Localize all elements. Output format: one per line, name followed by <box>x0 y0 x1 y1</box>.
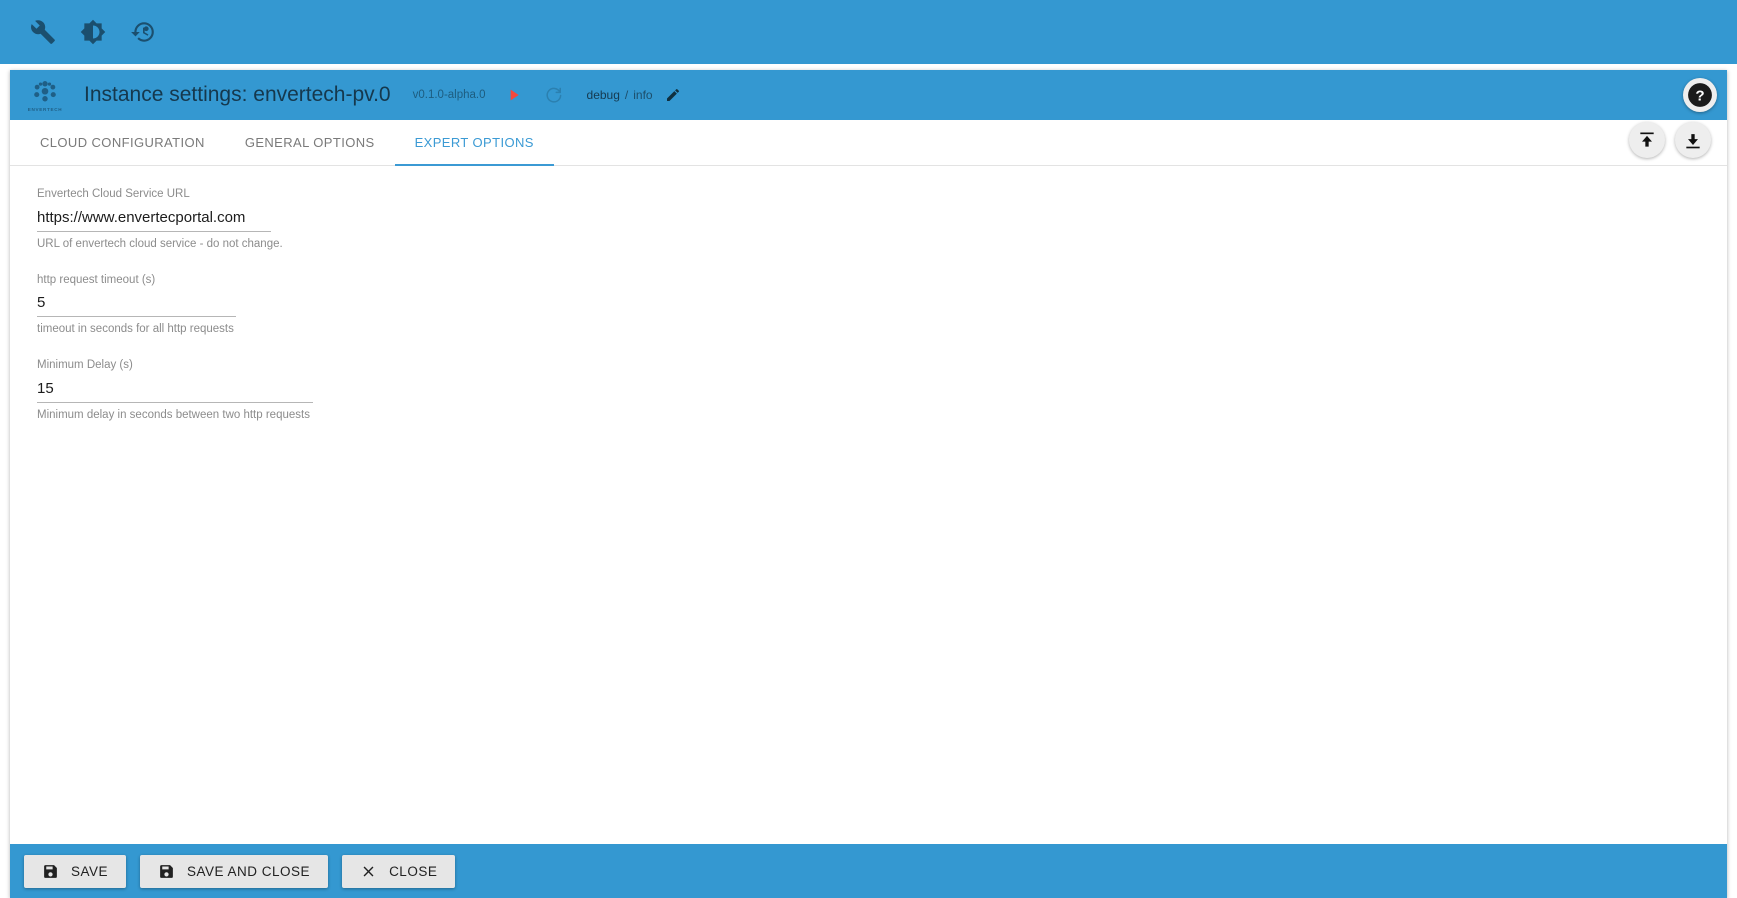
expert-options-form: Envertech Cloud Service URL URL of enver… <box>10 166 1727 844</box>
svg-text:?: ? <box>1695 87 1704 104</box>
tab-label: CLOUD CONFIGURATION <box>40 135 205 150</box>
field-label: Minimum Delay (s) <box>37 359 133 372</box>
save-and-close-button[interactable]: SAVE AND CLOSE <box>140 854 329 888</box>
tab-expert-options[interactable]: EXPERT OPTIONS <box>394 120 555 166</box>
download-icon <box>1686 134 1700 149</box>
refresh-icon[interactable] <box>544 86 563 105</box>
http-request-timeout-input[interactable] <box>37 294 236 318</box>
close-x-icon <box>360 863 377 880</box>
tab-cloud-configuration[interactable]: CLOUD CONFIGURATION <box>20 120 225 165</box>
dialog-header: ENVERTECH Instance settings: envertech-p… <box>10 70 1727 120</box>
field-label: http request timeout (s) <box>37 273 156 286</box>
tab-general-options[interactable]: GENERAL OPTIONS <box>225 120 395 165</box>
envertech-logo: ENVERTECH <box>24 75 66 115</box>
help-button[interactable]: ? <box>1683 78 1717 112</box>
envertech-cloud-service-url-input[interactable] <box>37 208 271 232</box>
upload-icon <box>1640 132 1654 147</box>
minimum-delay-input[interactable] <box>37 379 313 403</box>
close-button-label: CLOSE <box>389 863 438 879</box>
log-level-current: debug <box>586 88 620 102</box>
brightness-icon[interactable] <box>78 17 108 47</box>
log-level-indicator[interactable]: debug / info <box>587 88 653 102</box>
floppy-disk-icon <box>42 863 59 880</box>
pencil-icon[interactable] <box>665 87 681 103</box>
dialog-title: Instance settings: envertech-pv.0 <box>84 83 391 106</box>
tab-label: GENERAL OPTIONS <box>244 135 375 150</box>
version-label: v0.1.0-alpha.0 <box>412 89 486 101</box>
log-level-separator: / <box>624 88 629 102</box>
field-label: Envertech Cloud Service URL <box>37 188 190 200</box>
save-and-close-button-label: SAVE AND CLOSE <box>187 863 311 879</box>
field-minimum-delay: Minimum Delay (s) Minimum delay in secon… <box>37 359 1727 423</box>
close-button[interactable]: CLOSE <box>342 854 456 888</box>
floppy-disk-icon <box>158 863 175 880</box>
instance-settings-dialog: ENVERTECH Instance settings: envertech-p… <box>10 70 1727 898</box>
wrench-icon[interactable] <box>28 17 58 47</box>
field-http-request-timeout: http request timeout (s) timeout in seco… <box>37 274 1727 338</box>
settings-transfer-actions <box>1629 122 1711 158</box>
field-hint: URL of envertech cloud service - do not … <box>37 237 283 250</box>
app-toolbar <box>0 0 1737 64</box>
save-button[interactable]: SAVE <box>24 854 127 888</box>
tab-bar: CLOUD CONFIGURATION GENERAL OPTIONS EXPE… <box>10 120 1727 166</box>
logo-wordmark: ENVERTECH <box>27 106 63 112</box>
user-head-icon[interactable] <box>128 17 158 47</box>
save-button-label: SAVE <box>71 863 109 879</box>
upload-settings-button[interactable] <box>1629 122 1665 158</box>
field-hint: Minimum delay in seconds between two htt… <box>37 408 310 421</box>
dialog-footer: SAVE SAVE AND CLOSE CLOSE <box>10 844 1727 898</box>
play-icon[interactable] <box>506 87 522 103</box>
question-mark-icon: ? <box>1688 83 1712 107</box>
download-settings-button[interactable] <box>1675 122 1711 158</box>
field-hint: timeout in seconds for all http requests <box>37 323 234 336</box>
field-envertech-cloud-service-url: Envertech Cloud Service URL URL of enver… <box>37 188 1727 252</box>
log-level-secondary: info <box>633 88 653 102</box>
tab-label: EXPERT OPTIONS <box>414 135 534 150</box>
